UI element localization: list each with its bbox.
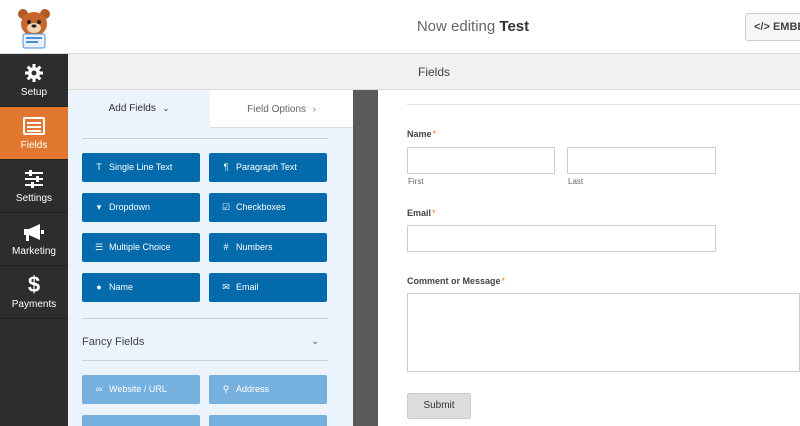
email-field-label: Email* [407, 208, 436, 218]
title-prefix: Now editing [416, 18, 496, 35]
divider [82, 138, 328, 139]
button-label: Dropdown [109, 202, 151, 212]
button-label: Numbers [236, 242, 273, 252]
form-preview [378, 90, 800, 426]
fields-icon [0, 114, 68, 138]
add-dropdown-button[interactable]: ▾ Dropdown [82, 193, 200, 222]
sidebar-item-payments[interactable]: $ Payments [0, 266, 68, 319]
sidebar-item-marketing[interactable]: Marketing [0, 213, 68, 266]
add-address-button[interactable]: ⚲ Address [209, 375, 327, 404]
add-checkboxes-button[interactable]: ☑ Checkboxes [209, 193, 327, 222]
add-paragraph-text-button[interactable]: ¶ Paragraph Text [209, 153, 327, 182]
sidebar-item-setup[interactable]: Setup [0, 54, 68, 107]
fancy-field-button[interactable] [209, 415, 327, 426]
sidebar-item-label: Payments [11, 299, 57, 310]
tab-label: Add Fields [108, 103, 156, 114]
gear-icon [0, 61, 68, 85]
button-label: Checkboxes [236, 202, 286, 212]
button-label: Single Line Text [109, 162, 173, 172]
add-single-line-text-button[interactable]: T Single Line Text [82, 153, 200, 182]
first-name-input[interactable] [407, 147, 555, 174]
page-title: Now editing Test [0, 0, 800, 54]
tab-add-fields[interactable]: Add Fields ⌄ [68, 90, 210, 128]
envelope-icon: ✉ [222, 282, 230, 292]
button-label: Website / URL [109, 384, 167, 394]
name-field-label: Name* [407, 129, 436, 139]
chevron-down-icon[interactable]: ⌄ [311, 336, 319, 347]
map-pin-icon: ⚲ [222, 384, 230, 394]
required-mark: * [432, 129, 437, 139]
fields-header: Fields [68, 54, 800, 90]
add-name-button[interactable]: ● Name [82, 273, 200, 302]
required-mark: * [501, 276, 506, 286]
chevron-down-icon: ⌄ [162, 104, 170, 113]
dropdown-icon: ▾ [96, 202, 102, 212]
sliders-icon [0, 167, 68, 191]
sidebar-item-fields[interactable]: Fields [0, 107, 68, 160]
email-input[interactable] [407, 225, 716, 252]
comment-textarea[interactable] [407, 293, 800, 372]
sidebar: Setup Fields Settings Marketing $ Paymen… [0, 54, 68, 426]
sidebar-item-label: Fields [20, 140, 48, 151]
add-website-url-button[interactable]: ∞ Website / URL [82, 375, 200, 404]
list-icon: ☰ [94, 242, 104, 252]
form-name: Test [499, 18, 530, 35]
link-icon: ∞ [95, 384, 103, 394]
button-label: Email [236, 282, 259, 292]
top-bar: Now editing Test </> EMBED [0, 0, 800, 54]
label-text: Comment or Message [407, 276, 501, 286]
add-email-button[interactable]: ✉ Email [209, 273, 327, 302]
hash-icon: # [223, 242, 229, 252]
megaphone-icon [0, 220, 68, 244]
add-fields-panel: Add Fields ⌄ Field Options › T Single Lin… [68, 90, 353, 426]
divider [82, 318, 328, 319]
sidebar-item-settings[interactable]: Settings [0, 160, 68, 213]
last-name-input[interactable] [567, 147, 716, 174]
divider [407, 104, 800, 105]
user-icon: ● [96, 282, 102, 292]
button-label: Paragraph Text [236, 162, 297, 172]
label-text: Email [407, 208, 432, 218]
sidebar-item-label: Setup [20, 87, 48, 98]
last-sublabel: Last [568, 177, 584, 186]
first-sublabel: First [408, 177, 424, 186]
button-label: Address [236, 384, 270, 394]
text-icon: T [96, 162, 102, 172]
sidebar-item-label: Settings [15, 193, 53, 204]
chevron-right-icon: › [312, 104, 316, 114]
tab-label: Field Options [247, 104, 307, 115]
divider [82, 360, 328, 361]
sidebar-item-label: Marketing [12, 246, 56, 257]
fancy-field-button[interactable] [82, 415, 200, 426]
add-multiple-choice-button[interactable]: ☰ Multiple Choice [82, 233, 200, 262]
dollar-icon: $ [27, 272, 41, 297]
required-mark: * [432, 208, 436, 218]
label-text: Name [407, 129, 432, 139]
tab-field-options[interactable]: Field Options › [210, 90, 353, 128]
submit-button[interactable]: Submit [407, 393, 471, 419]
comment-field-label: Comment or Message* [407, 276, 505, 286]
button-label: Multiple Choice [109, 242, 171, 252]
button-label: Name [109, 282, 134, 292]
paragraph-icon: ¶ [223, 162, 229, 172]
add-numbers-button[interactable]: # Numbers [209, 233, 327, 262]
fancy-fields-title[interactable]: Fancy Fields [82, 336, 144, 348]
checkbox-icon: ☑ [221, 202, 231, 212]
embed-button[interactable]: </> EMBED [745, 13, 800, 41]
